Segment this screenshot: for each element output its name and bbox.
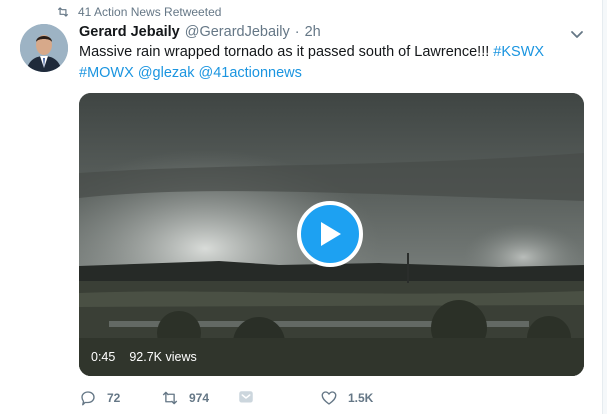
retweet-button[interactable]: 974 [161, 389, 209, 407]
tweet-actions: 72 974 1.5K [79, 389, 399, 413]
retweet-action-icon [162, 391, 178, 405]
video-player[interactable]: 0:45 92.7K views [79, 93, 584, 376]
mention-glezak[interactable]: @glezak [138, 65, 195, 81]
avatar[interactable] [20, 24, 68, 72]
tweet-text-body: Massive rain wrapped tornado as it passe… [79, 44, 494, 60]
direct-message-button[interactable] [237, 389, 255, 407]
heart-icon [321, 391, 337, 405]
tweet-text: Massive rain wrapped tornado as it passe… [79, 42, 579, 84]
like-count: 1.5K [348, 391, 374, 405]
hashtag-kswx[interactable]: #KSWX [493, 44, 544, 60]
mention-41actionnews[interactable]: @41actionnews [198, 65, 301, 81]
video-meta-overlay: 0:45 92.7K views [85, 348, 203, 366]
reply-button[interactable]: 72 [79, 389, 120, 407]
play-button[interactable] [297, 201, 363, 267]
user-handle[interactable]: @GerardJebaily [185, 24, 290, 40]
retweet-count: 974 [189, 391, 210, 405]
tweet-header: Gerard Jebaily @GerardJebaily · 2h [79, 24, 321, 40]
tweet-timestamp[interactable]: 2h [305, 24, 321, 40]
hashtag-mowx[interactable]: #MOWX [79, 65, 134, 81]
retweet-icon [57, 7, 69, 17]
reply-count: 72 [107, 391, 121, 405]
video-duration: 0:45 [91, 350, 116, 364]
play-icon [321, 222, 341, 246]
tweet-card[interactable]: 41 Action News Retweeted Gerard Jebaily … [0, 0, 603, 414]
video-views: 92.7K views [129, 350, 197, 364]
dm-icon [239, 391, 253, 403]
reply-icon [81, 391, 95, 406]
like-button[interactable]: 1.5K [320, 389, 373, 407]
display-name[interactable]: Gerard Jebaily [79, 24, 180, 40]
separator-dot: · [294, 24, 300, 40]
chevron-down-icon[interactable] [569, 27, 585, 43]
retweet-context: 41 Action News Retweeted [56, 3, 221, 21]
retweet-context-text[interactable]: 41 Action News Retweeted [78, 5, 221, 19]
